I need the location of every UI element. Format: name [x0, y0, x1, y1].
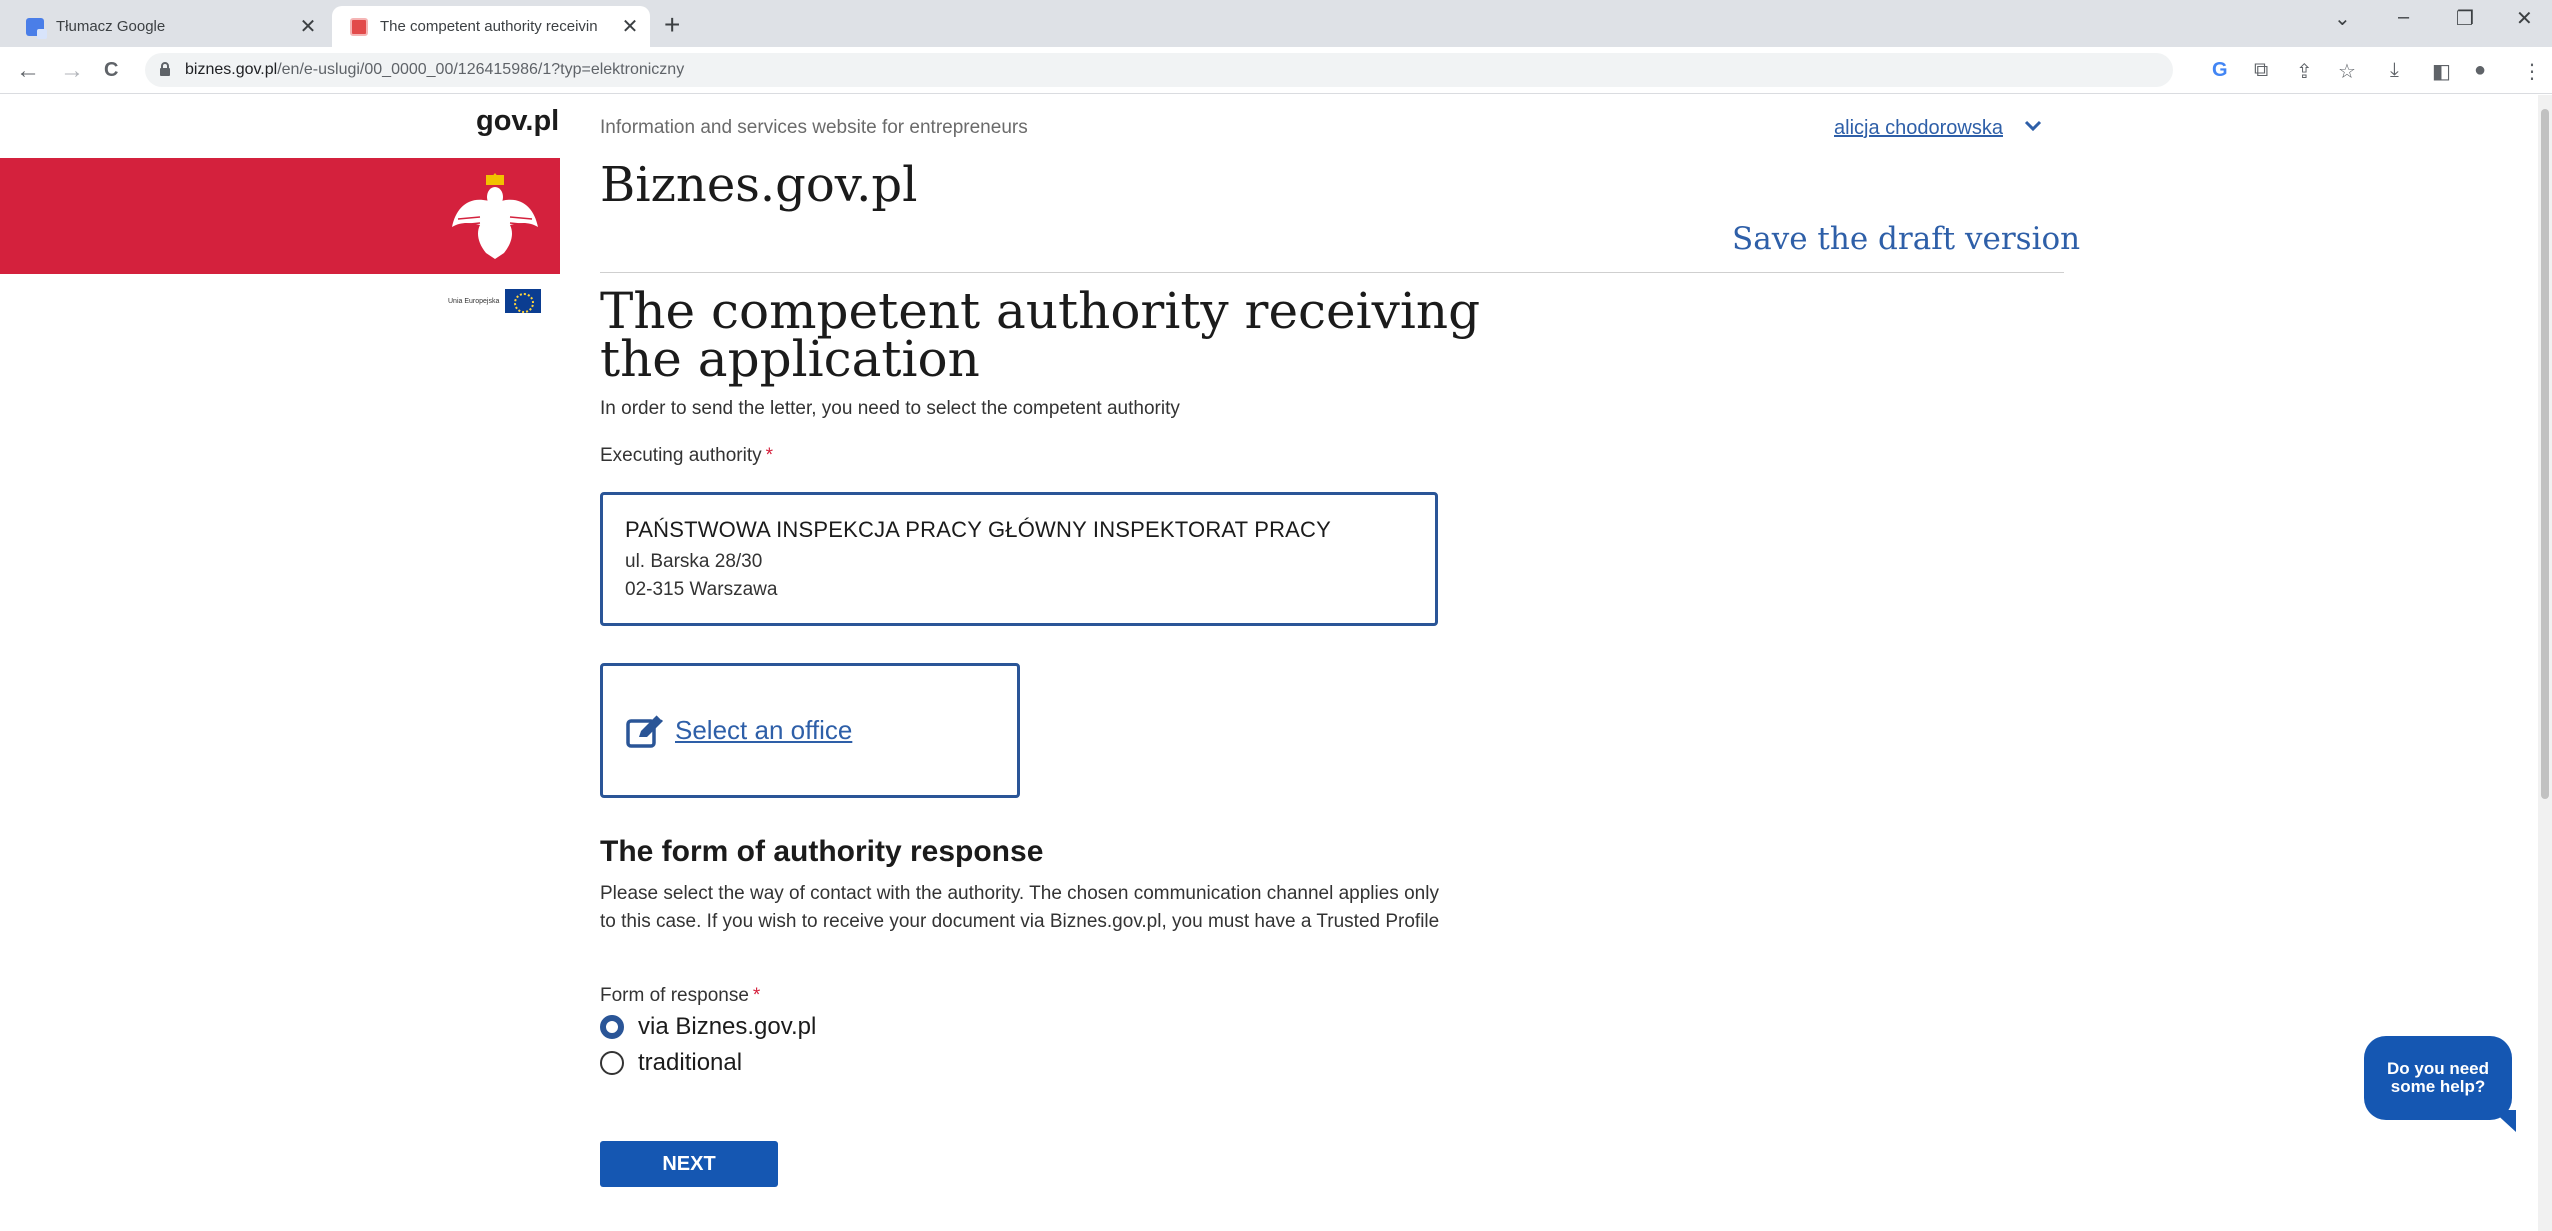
menu-kebab-icon[interactable]: ⋮: [2522, 59, 2542, 84]
tab-close-icon[interactable]: ✕: [294, 14, 322, 39]
radio-label[interactable]: traditional: [638, 1049, 742, 1077]
help-bubble-tail: [2492, 1110, 2516, 1132]
white-eagle-emblem-icon: [452, 173, 538, 259]
translate-icon[interactable]: ⧉: [2254, 59, 2268, 82]
radio-unselected-icon[interactable]: [600, 1051, 624, 1075]
authority-name: PAŃSTWOWA INSPEKCJA PRACY GŁÓWNY INSPEKT…: [625, 517, 1332, 542]
google-icon[interactable]: G: [2212, 59, 2228, 82]
google-translate-icon: [26, 17, 47, 39]
response-form-heading: The form of authority response: [600, 835, 1044, 868]
user-menu-link[interactable]: alicja chodorowska: [1834, 117, 2003, 140]
gov-pl-logo[interactable]: gov.pl: [476, 105, 559, 138]
eu-label: Unia Europejska: [448, 297, 500, 305]
executing-authority-card[interactable]: PAŃSTWOWA INSPEKCJA PRACY GŁÓWNY INSPEKT…: [600, 492, 1438, 626]
executing-authority-label: Executing authority *: [600, 445, 773, 466]
share-icon[interactable]: ⇪: [2296, 59, 2313, 84]
lock-icon: [159, 61, 173, 79]
response-form-description: Please select the way of contact with th…: [600, 883, 1440, 932]
radio-via-biznes[interactable]: via Biznes.gov.pl: [600, 1013, 816, 1041]
site-tagline: Information and services website for ent…: [600, 117, 1028, 138]
save-draft-link[interactable]: Save the draft version: [1732, 221, 2080, 257]
help-chat-bubble[interactable]: Do you need some help?: [2364, 1036, 2512, 1120]
side-panel-icon[interactable]: ◧: [2432, 59, 2451, 84]
radio-traditional[interactable]: traditional: [600, 1049, 742, 1077]
profile-icon[interactable]: ●: [2474, 59, 2486, 82]
eu-flag-icon: [505, 289, 542, 313]
eu-badge: Unia Europejska: [448, 289, 542, 313]
select-office-link[interactable]: Select an office: [675, 715, 852, 746]
tab-title: Tłumacz Google: [56, 18, 166, 35]
required-mark: *: [765, 445, 773, 466]
forward-arrow-icon[interactable]: →: [60, 57, 84, 85]
gov-favicon-icon: [350, 17, 368, 36]
header-divider: [600, 272, 2064, 273]
download-icon[interactable]: ⤓: [2390, 59, 2399, 82]
page-title: The competent authority receiving the ap…: [600, 282, 1481, 388]
back-arrow-icon[interactable]: ←: [16, 57, 40, 85]
intro-text: In order to send the letter, you need to…: [600, 398, 1180, 419]
edit-pencil-icon: [626, 712, 664, 748]
url-text: biznes.gov.pl/en/e-uslugi/00_0000_00/126…: [185, 61, 685, 78]
chevron-down-icon[interactable]: [2024, 116, 2042, 137]
browser-toolbar: ← → C biznes.gov.pl/en/e-uslugi/00_0000_…: [0, 47, 2552, 94]
next-button[interactable]: NEXT: [600, 1141, 778, 1187]
required-mark: *: [752, 985, 761, 1006]
window-close-button[interactable]: ✕: [2516, 6, 2533, 31]
minimize-button[interactable]: –: [2398, 6, 2409, 29]
page-content: gov.pl Unia Europejska Information and s…: [0, 95, 2552, 1231]
tab-title: The competent authority receivin: [380, 18, 598, 35]
authority-street: ul. Barska 28/30: [625, 551, 763, 572]
address-bar[interactable]: biznes.gov.pl/en/e-uslugi/00_0000_00/126…: [145, 53, 2173, 87]
form-of-response-label: Form of response *: [600, 985, 761, 1006]
select-office-card[interactable]: Select an office: [600, 663, 1020, 798]
site-name[interactable]: Biznes.gov.pl: [600, 157, 918, 213]
new-tab-button[interactable]: +: [664, 9, 680, 41]
tab-google-translate[interactable]: Tłumacz Google ✕: [8, 6, 328, 47]
tab-search-icon[interactable]: ⌄: [2334, 6, 2351, 31]
radio-label[interactable]: via Biznes.gov.pl: [638, 1013, 816, 1041]
restore-button[interactable]: ❐: [2456, 6, 2474, 31]
tab-close-icon[interactable]: ✕: [616, 14, 644, 39]
bookmark-star-icon[interactable]: ☆: [2338, 59, 2356, 84]
tab-competent-authority[interactable]: The competent authority receivin ✕: [332, 6, 650, 47]
radio-selected-icon[interactable]: [600, 1015, 624, 1039]
browser-tab-bar: Tłumacz Google ✕ The competent authority…: [0, 0, 2552, 47]
reload-icon[interactable]: C: [104, 59, 118, 82]
scrollbar-thumb[interactable]: [2541, 109, 2549, 799]
authority-city: 02-315 Warszawa: [625, 579, 778, 600]
